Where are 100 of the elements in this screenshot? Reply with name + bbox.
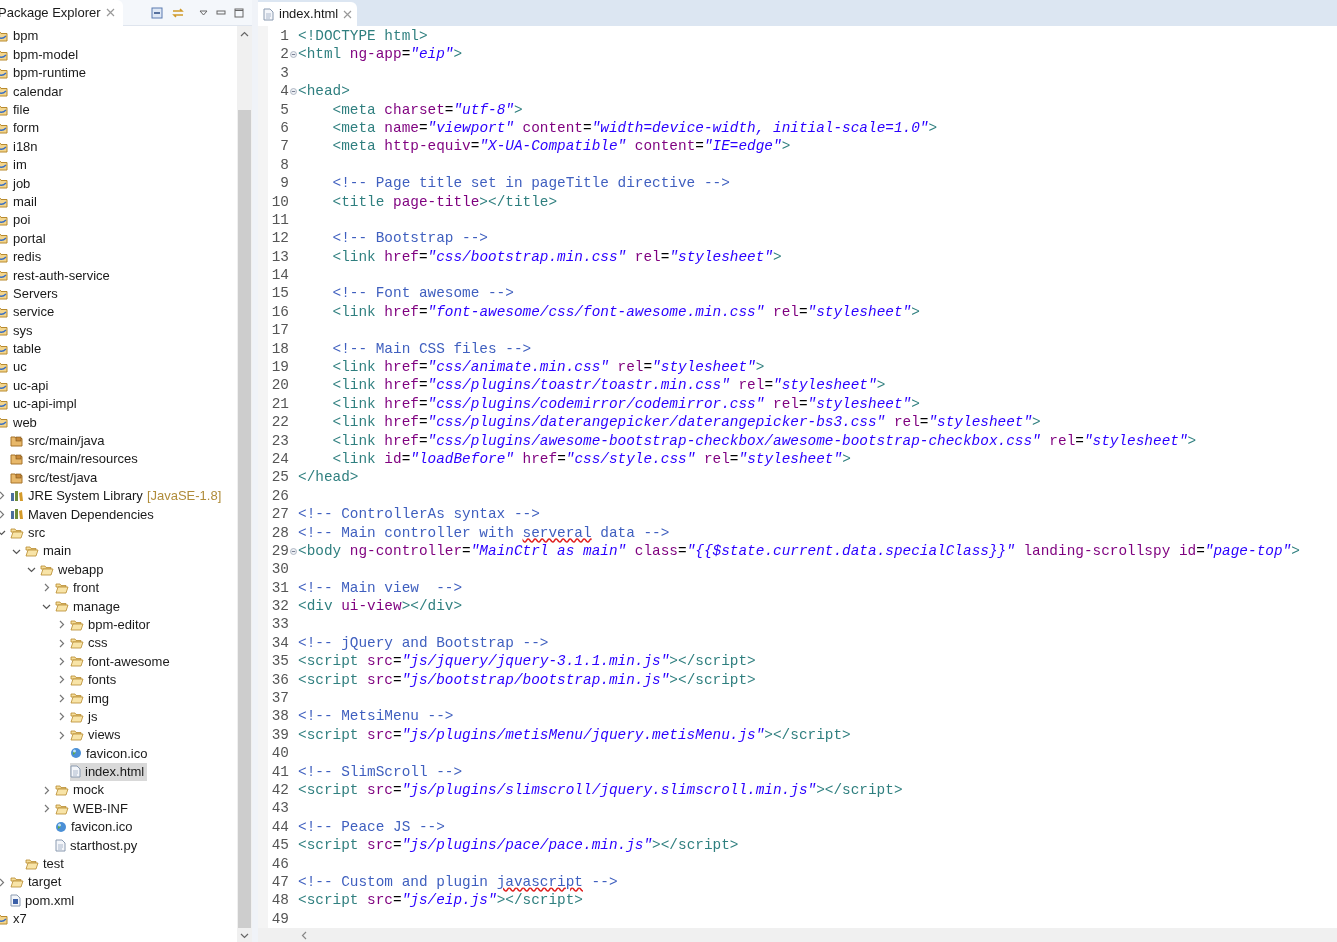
line-number: 47 — [270, 874, 289, 890]
tree-item[interactable]: bpm-model — [0, 45, 82, 64]
editor-tab[interactable]: index.html — [258, 2, 358, 26]
tree-item[interactable]: front — [55, 578, 102, 597]
globe-icon — [55, 821, 67, 833]
tree-item[interactable]: WEB-INF — [55, 799, 131, 818]
tree-item[interactable]: target — [10, 873, 65, 892]
tree-item[interactable]: mock — [55, 781, 108, 800]
collapse-all-icon[interactable] — [151, 6, 163, 19]
tree-item[interactable]: favicon.ico — [55, 818, 136, 836]
tree-item[interactable]: manage — [55, 597, 123, 616]
tree-item[interactable]: file — [0, 100, 33, 119]
tree-item[interactable]: bpm-runtime — [0, 63, 89, 82]
collapse-icon[interactable] — [290, 87, 297, 95]
line-number: 42 — [270, 783, 289, 798]
tree-item[interactable]: calendar — [0, 82, 66, 101]
tree-item[interactable]: web — [0, 413, 40, 432]
tree-item[interactable]: img — [70, 689, 112, 708]
chevron-icon[interactable] — [57, 712, 66, 722]
scroll-up-icon[interactable] — [240, 31, 249, 37]
horizontal-scrollbar[interactable] — [258, 928, 1337, 942]
tree-item[interactable]: JRE System Library [JavaSE-1.8] — [10, 486, 225, 505]
line-number: 16 — [270, 304, 289, 320]
chevron-icon[interactable] — [42, 785, 51, 795]
code-line: <link href="css/plugins/toastr/toastr.min.css" rel="stylesheet"> — [331, 378, 886, 393]
tree-item[interactable]: x7 — [0, 909, 30, 928]
line-number: 17 — [270, 323, 289, 338]
code-line: <!-- Peace JS --> — [298, 819, 445, 835]
tree-item[interactable]: service — [0, 303, 58, 322]
line-number: 46 — [270, 856, 289, 871]
tree-item[interactable]: uc-api-impl — [0, 395, 80, 413]
vertical-scrollbar[interactable] — [237, 26, 252, 942]
close-icon[interactable] — [343, 9, 353, 19]
chevron-icon[interactable] — [0, 528, 6, 538]
close-icon[interactable] — [105, 8, 115, 17]
tree-item[interactable]: favicon.ico — [70, 744, 151, 763]
tree-item[interactable]: index.html — [70, 762, 148, 781]
tree-item[interactable]: Servers — [0, 284, 61, 303]
tree-item[interactable]: src/main/java — [10, 431, 108, 450]
chevron-icon[interactable] — [0, 509, 6, 519]
tree-item[interactable]: src/test/java — [10, 468, 101, 487]
tree-item[interactable]: Maven Dependencies — [10, 505, 157, 524]
tree-item[interactable]: main — [25, 542, 75, 561]
tree-item[interactable]: css — [70, 634, 111, 653]
tree-item[interactable]: im — [0, 155, 30, 174]
tree-item[interactable]: job — [0, 174, 34, 193]
chevron-icon[interactable] — [57, 656, 66, 666]
tree-item[interactable]: i18n — [0, 137, 41, 156]
code-line: <!-- Page title set in pageTitle directive --> — [331, 176, 730, 191]
scroll-left-icon[interactable] — [301, 930, 307, 940]
chevron-icon[interactable] — [0, 877, 6, 887]
tree-item[interactable]: starthost.py — [55, 836, 141, 855]
code-line: <!-- SlimScroll --> — [298, 764, 463, 779]
tree-item[interactable]: webapp — [40, 560, 107, 579]
tree-item[interactable]: js — [70, 707, 101, 726]
link-arrows-icon[interactable] — [171, 6, 185, 19]
chevron-icon[interactable] — [0, 491, 6, 501]
chevron-icon[interactable] — [42, 804, 51, 814]
tree-item[interactable]: poi — [0, 211, 34, 230]
chevron-icon[interactable] — [27, 565, 36, 574]
tree-item[interactable]: test — [25, 854, 67, 873]
tree-item[interactable]: uc — [0, 358, 30, 377]
tree-item[interactable]: bpm — [0, 27, 42, 46]
chevron-icon[interactable] — [57, 638, 66, 648]
scrollbar-thumb[interactable] — [238, 110, 251, 928]
tree-item[interactable]: fonts — [70, 670, 120, 689]
code-line: <!-- ControllerAs syntax --> — [298, 507, 540, 522]
maximize-icon[interactable] — [234, 7, 244, 18]
collapse-icon[interactable] — [290, 547, 297, 555]
line-number: 39 — [270, 727, 289, 743]
line-number: 27 — [270, 507, 289, 522]
tree-item[interactable]: font-awesome — [70, 652, 173, 671]
tree-item[interactable]: mail — [0, 192, 40, 211]
minimize-icon[interactable] — [216, 9, 226, 16]
chevron-icon[interactable] — [57, 620, 66, 630]
collapse-icon[interactable] — [290, 51, 297, 59]
tree-item[interactable]: src — [10, 523, 49, 542]
tree-item[interactable]: redis — [0, 247, 45, 266]
code-line: <script src="js/jquery/jquery-3.1.1.min.js"></script> — [298, 654, 756, 669]
line-number: 3 — [279, 65, 289, 81]
folder-icon — [70, 729, 84, 742]
view-menu-icon[interactable] — [199, 9, 208, 16]
tree-item[interactable]: uc-api — [0, 376, 52, 395]
tree-item[interactable]: portal — [0, 229, 49, 248]
chevron-icon[interactable] — [42, 583, 51, 593]
chevron-icon[interactable] — [57, 675, 66, 685]
tree-item[interactable]: table — [0, 339, 45, 358]
code-line: </head> — [298, 470, 359, 485]
scroll-down-icon[interactable] — [240, 933, 249, 939]
code-line: <html ng-app="eip"> — [298, 47, 463, 62]
tree-item[interactable]: form — [0, 119, 42, 138]
tree-item[interactable]: rest-auth-service — [0, 266, 113, 285]
tree-item[interactable]: src/main/resources — [10, 450, 141, 469]
chevron-icon[interactable] — [57, 693, 66, 703]
line-number: 18 — [270, 341, 289, 357]
tree-item[interactable]: pom.xml — [10, 891, 78, 910]
tree-item[interactable]: sys — [0, 321, 36, 340]
tree-item[interactable]: bpm-editor — [70, 615, 154, 634]
chevron-icon[interactable] — [57, 730, 66, 740]
tree-item[interactable]: views — [70, 726, 124, 745]
